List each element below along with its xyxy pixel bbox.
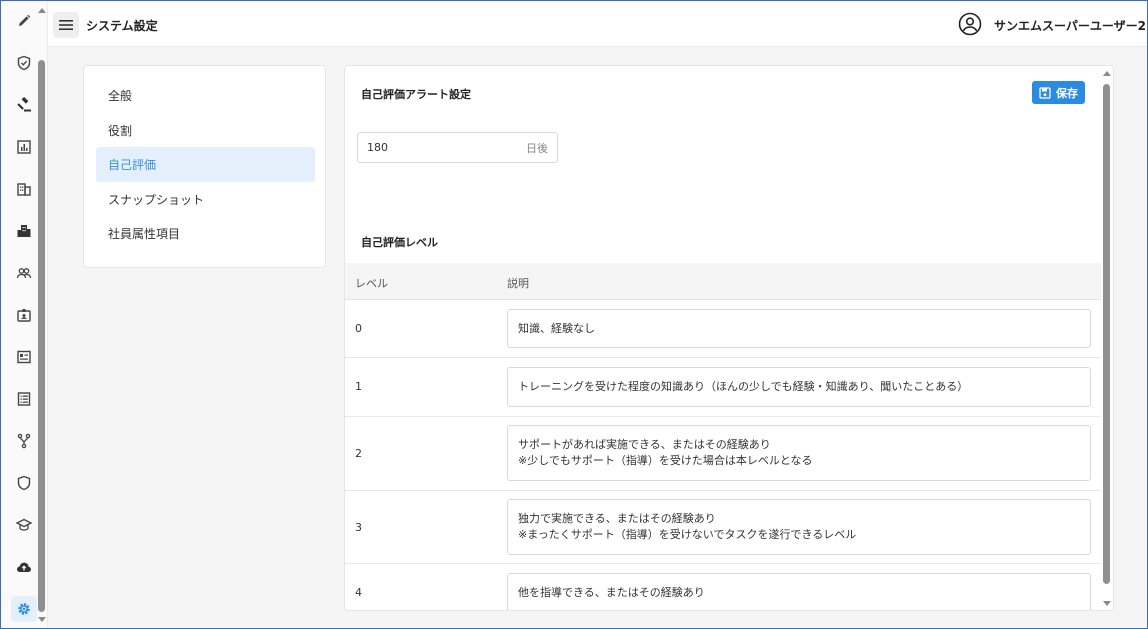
alert-section-title: 自己評価アラート設定 xyxy=(361,88,471,101)
gavel-icon[interactable] xyxy=(11,92,37,118)
save-button[interactable]: 保存 xyxy=(1032,81,1085,104)
panel-scroll-down-icon[interactable] xyxy=(1103,601,1111,606)
row-description-line: 独力で実施できる、またはその経験あり xyxy=(518,512,716,525)
row-description-field[interactable]: 他を指導できる、またはその経験あり xyxy=(507,573,1091,610)
alert-days-unit: 日後 xyxy=(526,141,548,155)
hamburger-menu-button[interactable] xyxy=(53,12,79,38)
user-avatar-icon[interactable] xyxy=(958,12,982,36)
list-card-icon[interactable] xyxy=(11,344,37,370)
row-description-line: 他を指導できる、またはその経験あり xyxy=(518,586,705,599)
user-name[interactable]: サンエムスーパーユーザー2 xyxy=(994,17,1146,34)
building-icon[interactable] xyxy=(11,176,37,202)
settings-menu: 全般 役割 自己評価 スナップショット 社員属性項目 xyxy=(83,65,326,268)
row-description-line: ※少しでもサポート（指導）を受けた場合は本レベルとなる xyxy=(518,454,813,467)
column-header-description: 説明 xyxy=(507,277,529,290)
panel-scroll-up-icon[interactable] xyxy=(1103,71,1111,76)
settings-item-snapshot[interactable]: スナップショット xyxy=(96,182,315,217)
city-icon[interactable] xyxy=(11,218,37,244)
hamburger-icon xyxy=(59,20,73,30)
cloud-upload-icon[interactable] xyxy=(11,554,37,580)
shield-icon[interactable] xyxy=(11,470,37,496)
rail-scrollbar[interactable] xyxy=(37,2,47,628)
row-level: 1 xyxy=(355,380,362,393)
graduation-cap-icon[interactable] xyxy=(11,512,37,538)
id-card-icon[interactable] xyxy=(11,302,37,328)
row-description-field[interactable]: 知識、経験なし xyxy=(507,309,1091,348)
row-description-field[interactable]: トレーニングを受けた程度の知識あり（ほんの少しでも経験・知識あり、聞いたことある… xyxy=(507,367,1091,407)
panel-scroll-thumb[interactable] xyxy=(1103,84,1110,584)
page-title: システム設定 xyxy=(86,19,158,33)
table-row: 2 サポートがあれば実施できる、またはその経験あり ※少しでもサポート（指導）を… xyxy=(345,417,1101,491)
settings-item-general[interactable]: 全般 xyxy=(96,78,315,113)
row-description-line: トレーニングを受けた程度の知識あり（ほんの少しでも経験・知識あり、聞いたことある… xyxy=(518,380,969,393)
fork-icon[interactable] xyxy=(11,428,37,454)
users-icon[interactable] xyxy=(11,260,37,286)
rail-scroll-thumb[interactable] xyxy=(38,60,45,612)
row-level: 4 xyxy=(355,586,362,599)
row-level: 2 xyxy=(355,447,362,460)
alert-days-input[interactable]: 180 日後 xyxy=(357,132,558,163)
pencil-icon[interactable] xyxy=(11,8,37,34)
rail-scroll-up-icon[interactable] xyxy=(38,8,46,13)
self-evaluation-panel: 自己評価アラート設定 保存 180 日後 自己評価レベル レベル 説明 0 知識… xyxy=(344,65,1114,611)
column-header-level: レベル xyxy=(355,277,388,290)
gear-icon[interactable] xyxy=(11,596,37,622)
row-description-line: 知識、経験なし xyxy=(518,321,595,335)
row-description-line: ※まったくサポート（指導）を受けないでタスクを遂行できるレベル xyxy=(518,528,857,541)
rail-scroll-down-icon[interactable] xyxy=(38,617,46,622)
row-description-field[interactable]: 独力で実施できる、またはその経験あり ※まったくサポート（指導）を受けないでタス… xyxy=(507,499,1091,555)
level-table-header: レベル 説明 xyxy=(345,263,1101,300)
app-window: システム設定 サンエムスーパーユーザー2 全般 役割 自己評価 スナップショット… xyxy=(0,0,1148,629)
settings-item-roles[interactable]: 役割 xyxy=(96,113,315,148)
table-row: 4 他を指導できる、またはその経験あり xyxy=(345,564,1101,610)
level-section-title: 自己評価レベル xyxy=(361,236,438,249)
app-header: システム設定 サンエムスーパーユーザー2 xyxy=(48,2,1147,47)
save-icon xyxy=(1039,86,1051,99)
alert-days-value[interactable]: 180 xyxy=(367,141,388,154)
settings-item-self-evaluation[interactable]: 自己評価 xyxy=(96,147,315,182)
panel-scrollbar[interactable] xyxy=(1100,66,1113,610)
icon-rail xyxy=(2,2,48,628)
chart-icon[interactable] xyxy=(11,134,37,160)
row-description-line: サポートがあれば実施できる、またはその経験あり xyxy=(518,438,771,451)
row-description-field[interactable]: サポートがあれば実施できる、またはその経験あり ※少しでもサポート（指導）を受け… xyxy=(507,425,1091,481)
row-level: 0 xyxy=(355,322,362,335)
settings-item-employee-attributes[interactable]: 社員属性項目 xyxy=(96,216,315,251)
table-row: 3 独力で実施できる、またはその経験あり ※まったくサポート（指導）を受けないで… xyxy=(345,491,1101,564)
row-level: 3 xyxy=(355,521,362,534)
document-list-icon[interactable] xyxy=(11,386,37,412)
shield-check-icon[interactable] xyxy=(11,50,37,76)
table-row: 1 トレーニングを受けた程度の知識あり（ほんの少しでも経験・知識あり、聞いたこと… xyxy=(345,358,1101,417)
save-button-label: 保存 xyxy=(1056,86,1078,100)
table-row: 0 知識、経験なし xyxy=(345,300,1101,358)
